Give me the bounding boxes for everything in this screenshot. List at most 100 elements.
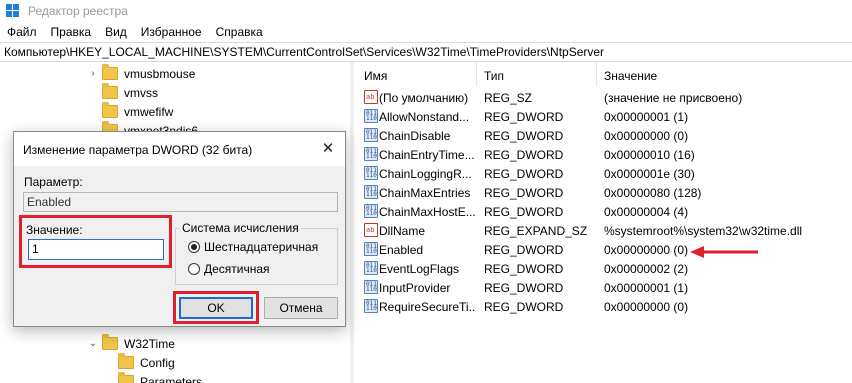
value-row[interactable]: 011 110 ChainMaxHostE... REG_DWORD 0x000000…: [354, 202, 852, 221]
binary-value-icon: 011 110: [364, 109, 378, 123]
arrow-pointer-icon: [690, 246, 758, 258]
chevron-down-icon[interactable]: ⌄: [88, 338, 98, 349]
value-row[interactable]: ab DllName REG_EXPAND_SZ %systemroot%\syste…: [354, 221, 852, 240]
value-data: 0x00000001 (1): [604, 110, 689, 124]
value-type: REG_DWORD: [484, 129, 564, 143]
value-data: 0x00000002 (2): [604, 262, 689, 276]
tree-item[interactable]: vmwefifw: [102, 102, 173, 121]
string-value-icon: ab: [364, 90, 378, 104]
string-value-icon: ab: [364, 223, 378, 237]
column-header-value[interactable]: Значение: [604, 69, 657, 83]
value-data: 0x0000001e (30): [604, 167, 695, 181]
binary-value-icon: 011 110: [364, 280, 378, 294]
dialog-titlebar: Изменение параметра DWORD (32 бита) ✕: [14, 132, 345, 166]
folder-icon: [102, 64, 118, 80]
value-row[interactable]: 011 110 ChainMaxEntries REG_DWORD 0x0000008…: [354, 183, 852, 202]
folder-icon: [102, 83, 118, 99]
value-name: DllName: [379, 224, 426, 238]
edit-dword-dialog: Изменение параметра DWORD (32 бита) ✕ Па…: [13, 131, 346, 327]
value-name: InputProvider: [379, 281, 451, 295]
binary-value-icon: 011 110: [364, 242, 378, 256]
column-header-name[interactable]: Имя: [364, 69, 387, 83]
dialog-title: Изменение параметра DWORD (32 бита): [23, 143, 253, 157]
binary-value-icon: 011 110: [364, 185, 378, 199]
value-name: ChainDisable: [379, 129, 451, 143]
binary-value-icon: 011 110: [364, 128, 378, 142]
menu-favorites[interactable]: Избранное: [134, 25, 209, 39]
value-label: Значение:: [26, 223, 83, 237]
tree-item-parameters[interactable]: Parameters: [118, 372, 202, 383]
menu-help[interactable]: Справка: [209, 25, 270, 39]
binary-value-icon: 011 110: [364, 299, 378, 313]
folder-icon: [118, 353, 134, 369]
value-data: 0x00000010 (16): [604, 148, 695, 162]
value-type: REG_DWORD: [484, 148, 564, 162]
tree-item-label: vmwefifw: [124, 104, 174, 119]
close-icon[interactable]: ✕: [319, 140, 337, 158]
tree-item-label: Config: [140, 355, 175, 370]
value-row[interactable]: 011 110 Enabled REG_DWORD 0x00000000 (0): [354, 240, 852, 259]
tree-item[interactable]: vmvss: [102, 83, 158, 102]
value-data: 0x00000004 (4): [604, 205, 689, 219]
binary-value-icon: 011 110: [364, 166, 378, 180]
param-label: Параметр:: [24, 175, 83, 189]
value-data: 0x00000000 (0): [604, 300, 689, 314]
value-type: REG_DWORD: [484, 167, 564, 181]
value-type: REG_DWORD: [484, 262, 564, 276]
tree-item-config[interactable]: Config: [118, 353, 175, 372]
value-name: ChainLoggingR...: [379, 167, 472, 181]
base-groupbox-title: Система исчисления: [180, 221, 301, 235]
value-row[interactable]: 011 110 ChainLoggingR... REG_DWORD 0x000000…: [354, 164, 852, 183]
value-row[interactable]: 011 110 InputProvider REG_DWORD 0x00000001 …: [354, 278, 852, 297]
value-type: REG_DWORD: [484, 300, 564, 314]
value-row[interactable]: ab (По умолчанию) REG_SZ (значение не присв…: [354, 88, 852, 107]
radio-hexadecimal[interactable]: Шестнадцатеричная: [188, 240, 318, 254]
ok-button[interactable]: OK: [179, 297, 253, 319]
tree-item-label: W32Time: [124, 336, 175, 351]
value-name: AllowNonstand...: [379, 110, 470, 124]
value-row[interactable]: 011 110 ChainEntryTime... REG_DWORD 0x00000…: [354, 145, 852, 164]
folder-icon: [102, 102, 118, 118]
value-input[interactable]: 1: [28, 239, 164, 260]
tree-item-label: vmusbmouse: [124, 66, 196, 81]
binary-value-icon: 011 110: [364, 204, 378, 218]
base-groupbox: [175, 228, 338, 285]
menu-view[interactable]: Вид: [98, 25, 134, 39]
column-header-type[interactable]: Тип: [484, 69, 504, 83]
radio-dec-label: Десятичная: [204, 262, 270, 276]
value-name: EventLogFlags: [379, 262, 460, 276]
values-list[interactable]: Имя Тип Значение ab (По умолчанию) REG_SZ(…: [354, 62, 852, 383]
value-name: ChainMaxEntries: [379, 186, 471, 200]
cancel-button[interactable]: Отмена: [264, 297, 338, 319]
tree-item[interactable]: › vmusbmouse: [88, 64, 195, 83]
value-type: REG_DWORD: [484, 205, 564, 219]
value-type: REG_DWORD: [484, 186, 564, 200]
radio-decimal[interactable]: Десятичная: [188, 262, 270, 276]
value-data: %systemroot%\system32\w32time.dll: [604, 224, 803, 238]
value-data: (значение не присвоено): [604, 91, 743, 105]
value-data: 0x00000000 (0): [604, 243, 689, 257]
value-name: (По умолчанию): [379, 91, 469, 105]
window-titlebar: Редактор реестра: [0, 0, 852, 22]
menu-bar: Файл Правка Вид Избранное Справка: [0, 22, 852, 42]
value-type: REG_DWORD: [484, 243, 564, 257]
value-row[interactable]: 011 110 AllowNonstand... REG_DWORD 0x000000…: [354, 107, 852, 126]
registry-editor-icon: [6, 4, 20, 18]
menu-file[interactable]: Файл: [0, 25, 44, 39]
binary-value-icon: 011 110: [364, 261, 378, 275]
tree-item-w32time[interactable]: ⌄ W32Time: [88, 334, 175, 353]
value-data: 0x00000080 (128): [604, 186, 702, 200]
value-name: ChainMaxHostE...: [379, 205, 475, 219]
value-data: 0x00000000 (0): [604, 129, 689, 143]
value-type: REG_SZ: [484, 91, 533, 105]
chevron-right-icon[interactable]: ›: [88, 68, 98, 79]
menu-edit[interactable]: Правка: [44, 25, 99, 39]
radio-selected-icon[interactable]: [188, 241, 200, 253]
radio-unselected-icon[interactable]: [188, 263, 200, 275]
tree-item-label: vmvss: [124, 85, 158, 100]
value-row[interactable]: 011 110 ChainDisable REG_DWORD 0x00000000 (…: [354, 126, 852, 145]
value-row[interactable]: 011 110 EventLogFlags REG_DWORD 0x00000002 …: [354, 259, 852, 278]
address-bar[interactable]: Компьютер\HKEY_LOCAL_MACHINE\SYSTEM\Curr…: [0, 42, 852, 62]
radio-hex-label: Шестнадцатеричная: [204, 240, 319, 254]
value-row[interactable]: 011 110 RequireSecureTi... REG_DWORD 0x0000…: [354, 297, 852, 316]
